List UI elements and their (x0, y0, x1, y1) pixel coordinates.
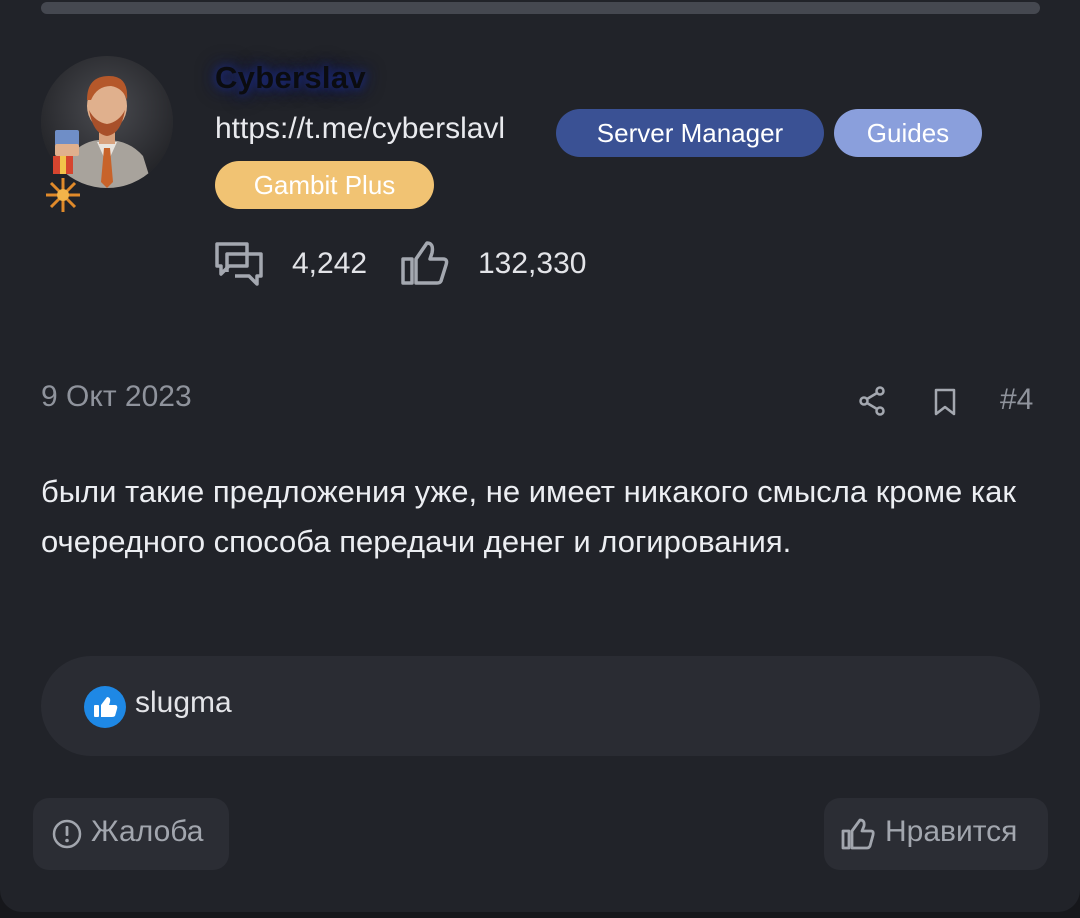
badge-server-manager: Server Manager (556, 109, 824, 157)
alert-circle-icon (52, 819, 82, 849)
badge-guides: Guides (834, 109, 982, 157)
report-button[interactable]: Жалоба (33, 798, 229, 870)
medal-icon (46, 156, 80, 214)
scrollbar[interactable] (41, 2, 1040, 14)
author-link[interactable]: https://t.me/cyberslavl (215, 112, 505, 146)
post-body: были такие предложения уже, не имеет ник… (41, 474, 1016, 559)
post-card: Cyberslav https://t.me/cyberslavl Server… (0, 0, 1080, 912)
post-number[interactable]: #4 (1000, 383, 1033, 417)
reactions-count: 132,330 (478, 247, 587, 280)
messages-count: 4,242 (292, 247, 368, 280)
thumbs-up-icon (401, 241, 449, 285)
like-reaction-icon (84, 686, 126, 728)
like-label: Нравится (885, 815, 1018, 848)
liker-name[interactable]: slugma (135, 686, 232, 720)
thumbs-up-icon (841, 818, 875, 850)
report-label: Жалоба (91, 815, 204, 848)
badge-gambit-plus: Gambit Plus (215, 161, 434, 209)
author-name[interactable]: Cyberslav (215, 60, 366, 96)
bookmark-icon[interactable] (933, 388, 957, 416)
like-button[interactable]: Нравится (824, 798, 1048, 870)
messages-icon (215, 242, 263, 286)
share-icon[interactable] (858, 386, 886, 416)
post-date[interactable]: 9 Окт 2023 (41, 380, 192, 414)
